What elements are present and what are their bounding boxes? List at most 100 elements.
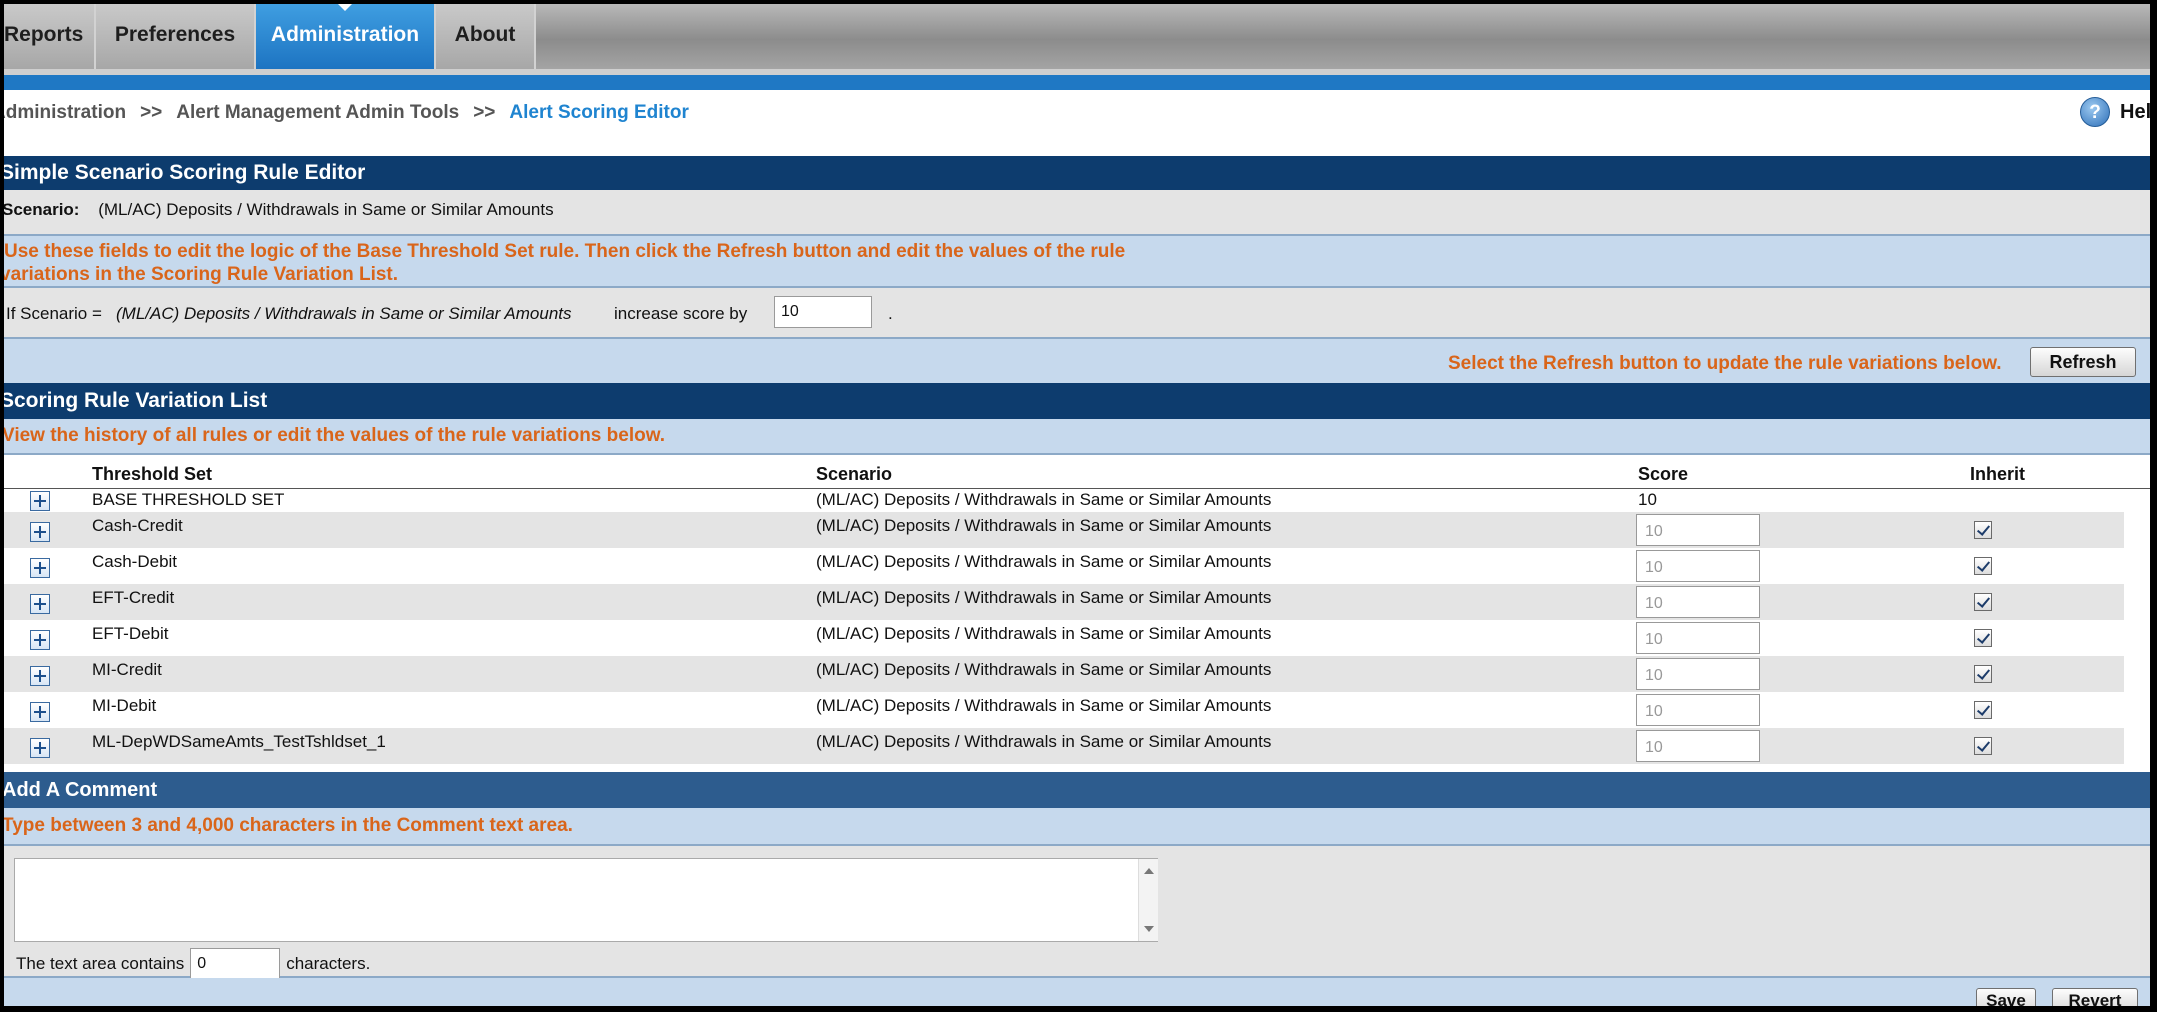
scroll-down-icon[interactable] bbox=[1144, 926, 1154, 937]
column-header-inherit[interactable]: Inherit bbox=[1970, 464, 2025, 485]
expand-icon[interactable] bbox=[30, 630, 50, 650]
inherit-checkbox[interactable] bbox=[1974, 701, 1992, 719]
comment-section: The text area contains characters. bbox=[4, 846, 2150, 980]
tab-label: Administration bbox=[270, 23, 420, 46]
expand-icon[interactable] bbox=[30, 738, 50, 758]
tab-label: Reports bbox=[4, 23, 84, 46]
rule-suffix: increase score by bbox=[614, 304, 748, 323]
column-header-score[interactable]: Score bbox=[1638, 464, 1688, 485]
variation-instruction-text: View the history of all rules or edit th… bbox=[4, 425, 666, 446]
tab-label: Preferences bbox=[114, 23, 236, 46]
variation-header: Scoring Rule Variation List bbox=[4, 383, 2150, 419]
table-row: MI-Debit (ML/AC) Deposits / Withdrawals … bbox=[4, 692, 2124, 728]
rule-end: . bbox=[888, 304, 893, 323]
breadcrumb: Administration >> Alert Management Admin T… bbox=[4, 102, 703, 124]
cell-threshold-set: EFT-Credit bbox=[92, 588, 175, 607]
instruction-line: Use these fields to edit the logic of th… bbox=[4, 241, 1126, 262]
tab-label: About bbox=[454, 23, 516, 46]
character-count: The text area contains characters. bbox=[16, 948, 370, 980]
editor-instructions: Use these fields to edit the logic of th… bbox=[4, 236, 2150, 288]
table-row: EFT-Debit (ML/AC) Deposits / Withdrawals… bbox=[4, 620, 2124, 656]
revert-button[interactable]: Revert bbox=[2052, 988, 2138, 1006]
breadcrumb-separator: >> bbox=[473, 102, 496, 123]
score-input[interactable]: 10 bbox=[1636, 694, 1760, 726]
cell-scenario: (ML/AC) Deposits / Withdrawals in Same o… bbox=[816, 660, 1272, 679]
instruction-line: variations in the Scoring Rule Variation… bbox=[4, 264, 399, 285]
table-row: Cash-Credit (ML/AC) Deposits / Withdrawa… bbox=[4, 512, 2124, 548]
expand-icon[interactable] bbox=[30, 558, 50, 578]
score-input[interactable]: 10 bbox=[1636, 586, 1760, 618]
cell-scenario: (ML/AC) Deposits / Withdrawals in Same o… bbox=[816, 490, 1272, 509]
score-input[interactable]: 10 bbox=[1636, 658, 1760, 690]
rule-prefix: If Scenario = bbox=[6, 304, 102, 323]
breadcrumb-administration[interactable]: Administration bbox=[4, 102, 126, 123]
cell-scenario: (ML/AC) Deposits / Withdrawals in Same o… bbox=[816, 732, 1272, 751]
table-row: MI-Credit (ML/AC) Deposits / Withdrawals… bbox=[4, 656, 2124, 692]
expand-icon[interactable] bbox=[30, 666, 50, 686]
cell-scenario: (ML/AC) Deposits / Withdrawals in Same o… bbox=[816, 696, 1272, 715]
score-input[interactable]: 10 bbox=[1636, 550, 1760, 582]
cell-threshold-set: ML-DepWDSameAmts_TestTshldset_1 bbox=[92, 732, 386, 751]
rule-scenario: (ML/AC) Deposits / Withdrawals in Same o… bbox=[116, 304, 572, 323]
score-input[interactable]: 10 bbox=[1636, 730, 1760, 762]
cell-threshold-set: Cash-Credit bbox=[92, 516, 183, 535]
rule-row: If Scenario = (ML/AC) Deposits / Withdra… bbox=[4, 288, 2150, 339]
variation-instructions: View the history of all rules or edit th… bbox=[4, 419, 2150, 455]
tab-administration[interactable]: Administration bbox=[256, 4, 436, 69]
inherit-checkbox[interactable] bbox=[1974, 629, 1992, 647]
scroll-up-icon[interactable] bbox=[1144, 863, 1154, 874]
help-icon: ? bbox=[2080, 97, 2110, 127]
cell-threshold-set: Cash-Debit bbox=[92, 552, 178, 571]
help-link[interactable]: ? Help bbox=[2080, 96, 2150, 128]
variation-title: Scoring Rule Variation List bbox=[4, 389, 268, 412]
table-row: Cash-Debit (ML/AC) Deposits / Withdrawal… bbox=[4, 548, 2124, 584]
table-scroll-gutter bbox=[2124, 496, 2150, 772]
nav-accent-bar bbox=[4, 75, 2150, 90]
cell-threshold-set: MI-Credit bbox=[92, 660, 162, 679]
cell-threshold-set: MI-Debit bbox=[92, 696, 157, 715]
table-row-base: BASE THRESHOLD SET (ML/AC) Deposits / Wi… bbox=[4, 488, 2124, 512]
expand-icon[interactable] bbox=[30, 522, 50, 542]
cell-scenario: (ML/AC) Deposits / Withdrawals in Same o… bbox=[816, 516, 1272, 535]
cell-threshold-set: EFT-Debit bbox=[92, 624, 169, 643]
score-input[interactable]: 10 bbox=[1636, 514, 1760, 546]
inherit-checkbox[interactable] bbox=[1974, 521, 1992, 539]
comment-title: Add A Comment bbox=[4, 779, 158, 801]
comment-header: Add A Comment bbox=[4, 772, 2150, 808]
comment-instruction-text: Type between 3 and 4,000 characters in t… bbox=[4, 815, 573, 836]
cell-threshold-set: BASE THRESHOLD SET bbox=[92, 490, 285, 509]
inherit-checkbox[interactable] bbox=[1974, 665, 1992, 683]
breadcrumb-admin-tools[interactable]: Alert Management Admin Tools bbox=[176, 102, 459, 123]
base-score-input[interactable] bbox=[774, 296, 872, 328]
inherit-checkbox[interactable] bbox=[1974, 557, 1992, 575]
cell-scenario: (ML/AC) Deposits / Withdrawals in Same o… bbox=[816, 624, 1272, 643]
breadcrumb-current: Alert Scoring Editor bbox=[509, 102, 689, 123]
cell-scenario: (ML/AC) Deposits / Withdrawals in Same o… bbox=[816, 552, 1272, 571]
column-header-threshold-set[interactable]: Threshold Set bbox=[92, 464, 212, 485]
table-row: EFT-Credit (ML/AC) Deposits / Withdrawal… bbox=[4, 584, 2124, 620]
comment-instructions: Type between 3 and 4,000 characters in t… bbox=[4, 808, 2150, 846]
top-nav: Reports Preferences Administration About bbox=[4, 4, 2150, 69]
column-header-scenario[interactable]: Scenario bbox=[816, 464, 892, 485]
tab-about[interactable]: About bbox=[436, 4, 536, 69]
inherit-checkbox[interactable] bbox=[1974, 737, 1992, 755]
expand-icon[interactable] bbox=[30, 594, 50, 614]
count-prefix: The text area contains bbox=[16, 954, 185, 973]
breadcrumb-separator: >> bbox=[140, 102, 163, 123]
action-bar: Save Revert bbox=[4, 978, 2150, 1006]
inherit-checkbox[interactable] bbox=[1974, 593, 1992, 611]
refresh-button[interactable]: Refresh bbox=[2030, 347, 2136, 377]
save-button[interactable]: Save bbox=[1976, 988, 2036, 1006]
comment-textarea[interactable] bbox=[14, 858, 1158, 942]
expand-icon[interactable] bbox=[30, 702, 50, 722]
tab-preferences[interactable]: Preferences bbox=[96, 4, 256, 69]
character-count-field bbox=[190, 948, 281, 980]
editor-title: Simple Scenario Scoring Rule Editor bbox=[4, 161, 366, 184]
comment-scrollbar[interactable] bbox=[1138, 859, 1158, 941]
scenario-row: Scenario: (ML/AC) Deposits / Withdrawals… bbox=[4, 190, 2150, 236]
score-input[interactable]: 10 bbox=[1636, 622, 1760, 654]
scenario-value: (ML/AC) Deposits / Withdrawals in Same o… bbox=[98, 200, 554, 219]
scenario-label: Scenario: bbox=[4, 200, 80, 219]
tab-reports[interactable]: Reports bbox=[4, 4, 96, 69]
expand-icon[interactable] bbox=[30, 491, 50, 511]
